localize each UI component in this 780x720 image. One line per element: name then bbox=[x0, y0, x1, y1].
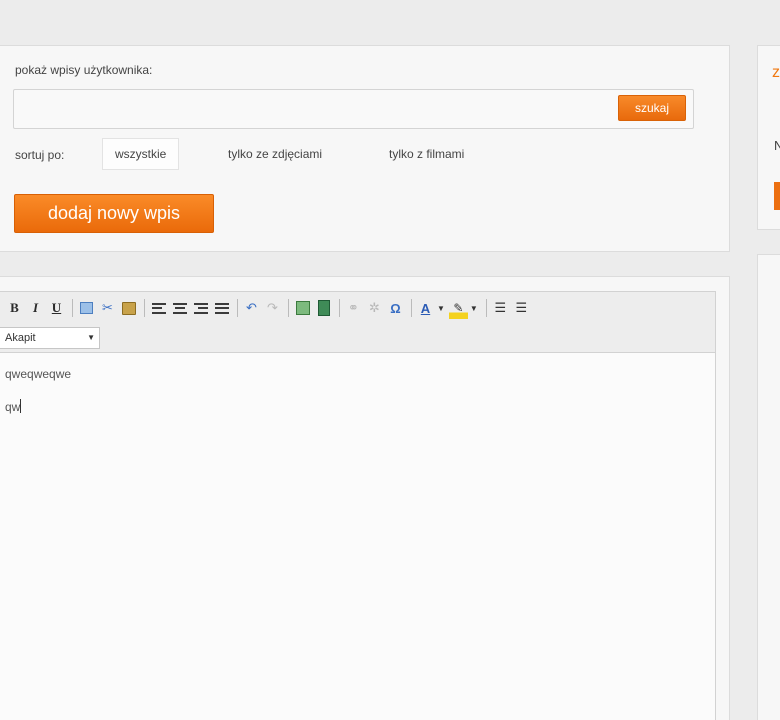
align-left-button[interactable] bbox=[149, 297, 168, 319]
sort-option-films[interactable]: tylko z filmami bbox=[377, 138, 476, 170]
chevron-down-icon: ▼ bbox=[87, 333, 95, 342]
special-char-button[interactable]: Ω bbox=[386, 297, 405, 319]
font-color-button[interactable]: A bbox=[416, 297, 435, 319]
insert-image-button[interactable] bbox=[293, 297, 312, 319]
search-panel: pokaż wpisy użytkownika: szukaj sortuj p… bbox=[0, 45, 730, 252]
ordered-list-button[interactable]: ☰ bbox=[491, 297, 510, 319]
redo-icon: ↷ bbox=[267, 300, 278, 315]
add-entry-button[interactable]: dodaj nowy wpis bbox=[14, 194, 214, 233]
toolbar-separator bbox=[288, 299, 289, 317]
editor-line: qw bbox=[5, 399, 22, 414]
italic-button[interactable]: I bbox=[26, 297, 45, 319]
format-select[interactable]: Akapit ▼ bbox=[0, 327, 100, 349]
sort-label: sortuj po: bbox=[15, 148, 65, 162]
editor-panel: B I U ✂ ↶ ↷ ⚭ ✲ Ω A ▼ ✎ ▼ ☰ ☰ Akapit ▼ q… bbox=[0, 276, 730, 720]
side-panel-top: z N bbox=[757, 45, 780, 230]
undo-button[interactable]: ↶ bbox=[242, 297, 261, 319]
chevron-down-icon[interactable]: ▼ bbox=[470, 304, 478, 313]
text-caret bbox=[20, 399, 22, 413]
toolbar-separator bbox=[485, 299, 487, 317]
image-icon bbox=[295, 301, 310, 315]
redo-button[interactable]: ↷ bbox=[263, 297, 282, 319]
cut-button[interactable]: ✂ bbox=[98, 297, 117, 319]
unlink-icon: ✲ bbox=[369, 300, 380, 315]
toolbar-separator bbox=[72, 299, 73, 317]
link-button[interactable]: ⚭ bbox=[344, 297, 363, 319]
copy-button[interactable] bbox=[77, 297, 96, 319]
chevron-down-icon[interactable]: ▼ bbox=[437, 304, 445, 313]
side-panel-button[interactable] bbox=[774, 182, 780, 210]
editor-line-text: qw bbox=[5, 400, 21, 414]
editor-toolbar: B I U ✂ ↶ ↷ ⚭ ✲ Ω A ▼ ✎ ▼ ☰ ☰ Akapit ▼ bbox=[0, 291, 716, 353]
side-panel-heading: z bbox=[772, 64, 780, 81]
side-panel-bottom bbox=[757, 254, 780, 720]
editor-line: qweqweqwe bbox=[5, 367, 72, 381]
align-justify-button[interactable] bbox=[212, 297, 231, 319]
search-label: pokaż wpisy użytkownika: bbox=[15, 63, 153, 77]
align-right-icon bbox=[193, 302, 208, 314]
bold-button[interactable]: B bbox=[5, 297, 24, 319]
search-box: szukaj bbox=[13, 89, 694, 129]
link-icon: ⚭ bbox=[348, 300, 359, 315]
bullet-list-icon: ☰ bbox=[515, 300, 528, 315]
toolbar-separator bbox=[144, 299, 145, 317]
format-select-value: Akapit bbox=[5, 332, 36, 344]
film-icon bbox=[317, 300, 330, 316]
toolbar-separator bbox=[339, 299, 340, 317]
copy-icon bbox=[80, 302, 93, 314]
toolbar-separator bbox=[411, 299, 412, 317]
sort-option-all[interactable]: wszystkie bbox=[102, 138, 180, 170]
search-button[interactable]: szukaj bbox=[618, 95, 686, 121]
bullet-list-button[interactable]: ☰ bbox=[512, 297, 531, 319]
highlight-color-button[interactable]: ✎ bbox=[448, 297, 468, 319]
paste-icon bbox=[121, 301, 136, 315]
paste-button[interactable] bbox=[119, 297, 138, 319]
editor-content-area[interactable]: qweqweqwe qw bbox=[0, 353, 716, 720]
align-right-button[interactable] bbox=[191, 297, 210, 319]
align-justify-icon bbox=[214, 302, 229, 314]
side-panel-text: N bbox=[774, 138, 780, 153]
ordered-list-icon: ☰ bbox=[494, 300, 507, 315]
underline-button[interactable]: U bbox=[47, 297, 66, 319]
sort-option-photos[interactable]: tylko ze zdjęciami bbox=[216, 138, 334, 170]
scissors-icon: ✂ bbox=[102, 300, 113, 315]
align-left-icon bbox=[151, 302, 166, 314]
align-center-button[interactable] bbox=[170, 297, 189, 319]
align-center-icon bbox=[172, 302, 187, 314]
undo-icon: ↶ bbox=[246, 300, 257, 315]
unlink-button[interactable]: ✲ bbox=[365, 297, 384, 319]
toolbar-separator bbox=[237, 299, 238, 317]
insert-video-button[interactable] bbox=[314, 297, 333, 319]
toolbar-row: B I U ✂ ↶ ↷ ⚭ ✲ Ω A ▼ ✎ ▼ ☰ ☰ bbox=[5, 296, 533, 320]
highlighter-icon: ✎ bbox=[453, 301, 464, 315]
search-input[interactable] bbox=[18, 94, 614, 124]
